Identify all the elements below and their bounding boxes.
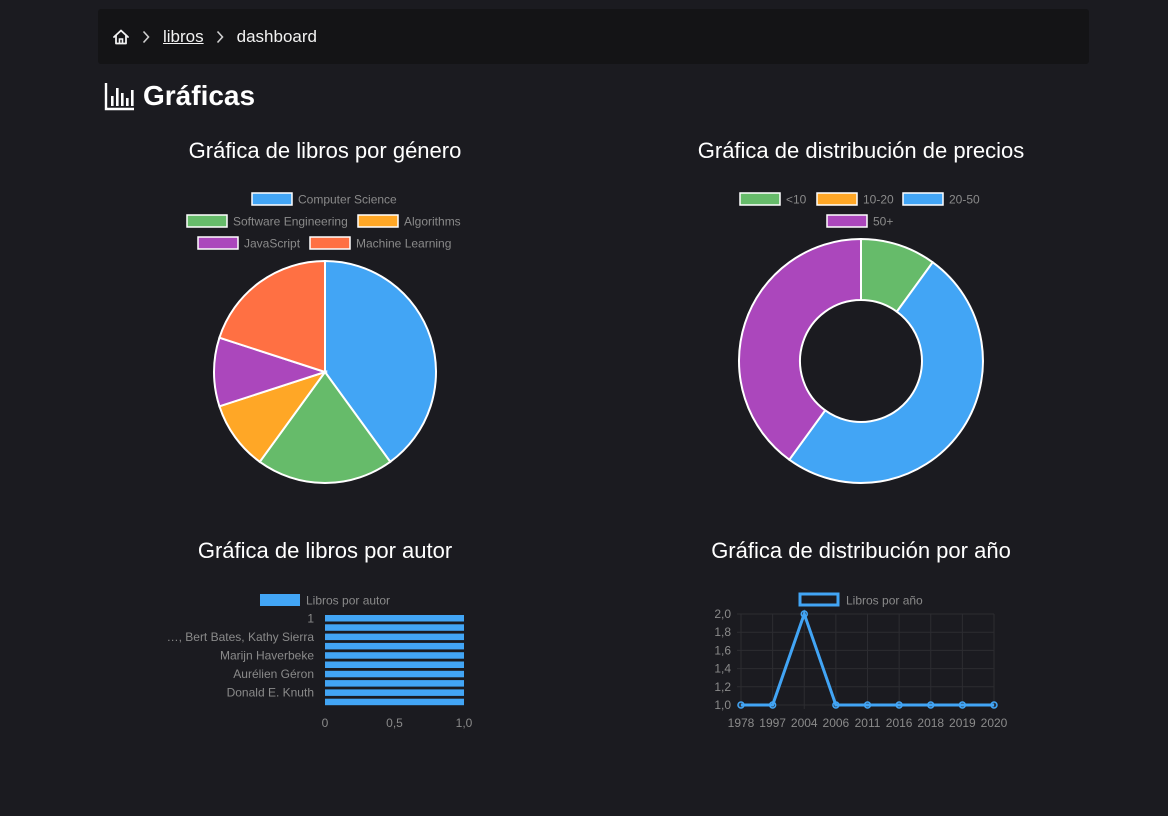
- data-point[interactable]: [990, 701, 998, 709]
- y-tick-label: Marijn Haverbeke: [220, 648, 314, 662]
- data-point[interactable]: [800, 610, 808, 618]
- legend-label: Software Engineering: [233, 215, 348, 229]
- y-tick-label: Donald E. Knuth: [227, 686, 314, 700]
- legend-item-libros-por-autor[interactable]: Libros por autor: [260, 594, 390, 608]
- legend-label: <10: [786, 193, 807, 207]
- genre-pie-chart: Computer Science Software Engineering Algo…: [186, 192, 461, 484]
- legend-item-10-20[interactable]: 10-20: [816, 192, 894, 207]
- x-tick-label: 1,0: [456, 716, 473, 730]
- bar-chart-icon: [104, 81, 135, 111]
- legend-swatch: [902, 192, 944, 206]
- legend-item-50plus[interactable]: 50+: [826, 214, 893, 229]
- legend-item-javascript[interactable]: JavaScript: [197, 236, 301, 251]
- bar[interactable]: [325, 624, 464, 631]
- legend-item-machine-learning[interactable]: Machine Learning: [309, 236, 451, 251]
- legend-label: Computer Science: [298, 193, 397, 207]
- legend-swatch: [309, 236, 351, 250]
- legend-swatch: [197, 236, 239, 250]
- legend-label: 20-50: [949, 193, 980, 207]
- legend-label: Algorithms: [404, 215, 461, 229]
- chevron-right-icon: [141, 30, 151, 44]
- year-line-chart: Libros por año 2,0 1,8 1,6 1,4 1,2 1,0 1978 1997…: [714, 592, 1008, 730]
- y-tick-label: 1: [307, 611, 314, 625]
- legend-swatch: [826, 214, 868, 228]
- bar[interactable]: [325, 680, 464, 687]
- data-point[interactable]: [958, 701, 967, 709]
- legend-label: JavaScript: [244, 237, 301, 251]
- x-tick-label: 2006: [823, 716, 850, 730]
- y-tick-label: 1,6: [714, 643, 731, 657]
- bar[interactable]: [325, 661, 464, 669]
- x-tick-label: 2004: [791, 716, 818, 730]
- x-tick-label: 0: [322, 716, 329, 730]
- bar[interactable]: [325, 633, 464, 641]
- chart-title-prices: Gráfica de distribución de precios: [697, 138, 1025, 163]
- legend-swatch: [816, 192, 858, 206]
- legend-swatch: [798, 592, 840, 607]
- legend-swatch: [357, 214, 399, 228]
- breadcrumb-current: dashboard: [236, 26, 317, 46]
- legend-swatch: [186, 214, 228, 228]
- legend-item-lt10[interactable]: <10: [739, 192, 807, 207]
- chevron-right-icon: [215, 30, 225, 44]
- x-tick-label: 2019: [949, 716, 976, 730]
- bar[interactable]: [325, 698, 464, 706]
- legend-label: Libros por año: [846, 594, 923, 608]
- chart-title-author: Gráfica de libros por autor: [197, 538, 453, 563]
- bar[interactable]: [325, 642, 464, 650]
- legend-label: 50+: [873, 215, 893, 229]
- chart-title-year: Gráfica de distribución por año: [711, 538, 1011, 563]
- data-point[interactable]: [832, 701, 840, 709]
- x-tick-label: 2011: [855, 716, 881, 730]
- y-tick-label: 1,0: [714, 698, 731, 712]
- page-title-text: Gráficas: [143, 80, 256, 111]
- data-point[interactable]: [895, 701, 903, 709]
- bar[interactable]: [325, 689, 464, 696]
- legend-item-20-50[interactable]: 20-50: [902, 192, 980, 207]
- home-icon[interactable]: [112, 28, 130, 46]
- legend-label: Libros por autor: [306, 594, 390, 608]
- breadcrumb-link-libros[interactable]: libros: [163, 27, 204, 47]
- y-tick-label: 1,4: [714, 662, 731, 676]
- legend-swatch: [739, 192, 781, 206]
- x-tick-label: 0,5: [386, 716, 403, 730]
- bar[interactable]: [325, 652, 464, 659]
- legend-label: 10-20: [863, 193, 894, 207]
- legend-item-computer-science[interactable]: Computer Science: [251, 192, 397, 207]
- breadcrumb: libros dashboard: [98, 9, 1089, 64]
- data-point[interactable]: [768, 701, 777, 709]
- chart-title-genre: Gráfica de libros por género: [188, 138, 462, 163]
- legend-label: Machine Learning: [356, 237, 451, 251]
- data-point[interactable]: [737, 701, 745, 709]
- x-tick-label: 2018: [917, 716, 944, 730]
- legend-swatch: [251, 192, 293, 206]
- data-point[interactable]: [927, 701, 935, 709]
- legend-item-algorithms[interactable]: Algorithms: [357, 214, 461, 229]
- x-tick-label: 1997: [759, 716, 786, 730]
- x-tick-label: 2020: [981, 716, 1008, 730]
- data-point[interactable]: [863, 701, 872, 709]
- legend-item-libros-por-ano[interactable]: Libros por año: [798, 592, 923, 608]
- y-tick-label: Aurélien Géron: [233, 667, 314, 681]
- y-tick-label: 2,0: [714, 607, 731, 621]
- legend-item-software-engineering[interactable]: Software Engineering: [186, 214, 348, 229]
- bar[interactable]: [325, 615, 464, 622]
- y-tick-label: 1,2: [714, 680, 731, 694]
- page-title: Gráficas: [104, 80, 255, 112]
- y-tick-label: 1,8: [714, 625, 731, 639]
- author-bar-chart: Libros por autor 1 …, Bert Bates, Kathy Si…: [167, 594, 473, 731]
- y-tick-label: …, Bert Bates, Kathy Sierra: [167, 630, 315, 644]
- x-tick-label: 1978: [728, 716, 755, 730]
- x-tick-label: 2016: [886, 716, 913, 730]
- legend-swatch: [260, 594, 300, 606]
- price-doughnut-chart: <10 10-20 20-50 50+: [738, 192, 984, 484]
- bar[interactable]: [325, 670, 464, 678]
